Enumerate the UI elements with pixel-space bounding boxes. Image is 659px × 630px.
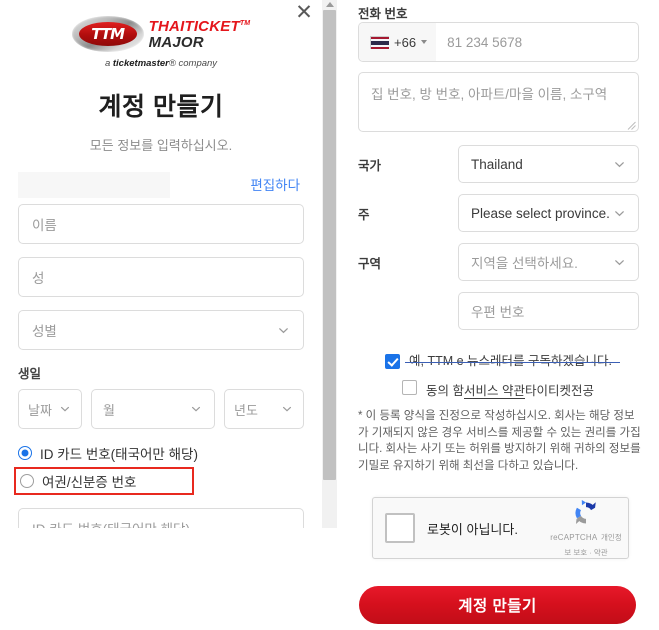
terms-checkbox[interactable]: [402, 380, 417, 395]
phone-label: 전화 번호: [358, 7, 408, 21]
chevron-down-icon: [613, 158, 626, 171]
chevron-down-icon: [613, 207, 626, 220]
birthday-month-select[interactable]: 월: [91, 389, 215, 429]
terms-label-pre: 동의 함: [426, 384, 464, 398]
birthday-day-placeholder: 날짜: [28, 402, 52, 418]
logo-tagline: a ticketmaster® company: [104, 58, 218, 69]
postal-code-input[interactable]: 우편 번호: [458, 292, 639, 330]
postal-row: 우편 번호: [358, 292, 639, 330]
passport-option-highlight: 여권/신분증 번호: [14, 467, 194, 495]
account-identifier-row: 편집하다: [0, 170, 322, 204]
logo-lockup: TTM THAITICKETTM MAJOR: [71, 16, 251, 52]
postal-code-placeholder: 우편 번호: [471, 305, 525, 320]
gender-placeholder: 성별: [32, 324, 57, 339]
birthday-day-select[interactable]: 날짜: [18, 389, 82, 429]
radio-passport[interactable]: 여권/신분증 번호: [20, 470, 188, 491]
create-account-dialog: ✕ TTM THAITICKETTM MAJOR a ticketmaster®…: [0, 0, 337, 528]
recaptcha-label: 로봇이 아닙니다.: [427, 521, 518, 537]
first-name-input[interactable]: 이름: [18, 204, 304, 244]
gender-select[interactable]: 성별: [18, 310, 304, 350]
district-select[interactable]: 지역을 선택하세요.: [458, 243, 639, 281]
ttm-monogram: TTM: [91, 24, 125, 43]
radio-id-card[interactable]: ID 카드 번호(태국어만 해당): [18, 441, 304, 465]
province-row: 주 Please select province.: [358, 194, 639, 232]
country-select[interactable]: Thailand: [458, 145, 639, 183]
country-code-value: +66: [394, 34, 417, 50]
scrollbar-thumb[interactable]: [323, 10, 336, 480]
birthday-year-select[interactable]: 년도: [224, 389, 304, 429]
newsletter-label: 예, TTM e 뉴스레터를 구독하겠습니다.: [405, 354, 620, 368]
logo-tm-mark: TM: [239, 19, 251, 27]
create-account-button[interactable]: 계정 만들기: [359, 586, 636, 624]
birthday-row: 날짜 월 년도: [18, 389, 304, 429]
edit-link[interactable]: 편집하다: [250, 174, 300, 194]
resize-handle-icon[interactable]: [627, 121, 636, 130]
phone-number-field[interactable]: +66 81 234 5678: [358, 22, 639, 62]
dialog-content: TTM THAITICKETTM MAJOR a ticketmaster® c…: [0, 0, 322, 528]
recaptcha-brand: reCAPTCHA 개인정보 보호 · 약관: [550, 498, 628, 558]
birthday-year-placeholder: 년도: [234, 402, 258, 418]
terms-label-post: 타이티켓전공: [524, 384, 594, 398]
birthday-month-placeholder: 월: [103, 402, 115, 418]
radio-id-card-input[interactable]: [18, 446, 32, 460]
logo-line-2: MAJOR: [148, 33, 204, 51]
province-value: Please select province.: [471, 205, 610, 221]
birthday-label: 생일: [18, 367, 42, 381]
chevron-down-icon: [190, 403, 203, 416]
dialog-scrollbar[interactable]: [322, 0, 337, 528]
page-title: 계정 만들기: [98, 93, 224, 121]
country-label: 국가: [358, 158, 382, 173]
address-placeholder: 집 번호, 방 번호, 아파트/마을 이름, 소구역: [371, 87, 608, 102]
scroll-up-arrow-icon[interactable]: [322, 0, 337, 9]
radio-passport-label: 여권/신분증 번호: [42, 474, 137, 490]
ttm-oval-icon: TTM: [71, 16, 144, 52]
recaptcha-brand-name: reCAPTCHA: [550, 533, 598, 542]
chevron-down-icon: [277, 324, 290, 337]
chevron-down-icon: [281, 403, 294, 416]
brand-logo: TTM THAITICKETTM MAJOR a ticketmaster® c…: [0, 0, 322, 69]
last-name-input[interactable]: 성: [18, 257, 304, 297]
district-label: 구역: [358, 256, 382, 271]
terms-label: 동의 함서비스 약관타이티켓전공: [426, 380, 594, 399]
thailand-flag-icon: [370, 35, 389, 49]
province-label: 주: [358, 207, 370, 222]
logo-wordmark: THAITICKETTM MAJOR: [149, 19, 251, 50]
radio-id-card-label: ID 카드 번호(태국어만 해당): [40, 447, 198, 462]
district-row: 구역 지역을 선택하세요.: [358, 243, 639, 281]
id-number-input[interactable]: ID 카드 번호(태국어만 해당): [18, 508, 304, 528]
last-name-placeholder: 성: [32, 271, 45, 286]
newsletter-checkbox[interactable]: [385, 354, 400, 369]
recaptcha-widget[interactable]: 로봇이 아닙니다. reCAPTCHA 개인정보 보호 · 약관: [372, 497, 629, 559]
page-subtitle: 모든 정보를 입력하십시오.: [89, 138, 233, 153]
id-number-placeholder: ID 카드 번호(태국어만 해당): [32, 518, 190, 528]
terms-of-service-link[interactable]: 서비스 약관: [463, 384, 525, 399]
close-icon[interactable]: ✕: [294, 2, 314, 23]
chevron-down-icon: [59, 403, 72, 416]
country-row: 국가 Thailand: [358, 145, 639, 183]
recaptcha-logo-icon: [575, 499, 596, 524]
country-code-select[interactable]: +66: [359, 23, 437, 61]
radio-passport-input[interactable]: [20, 473, 34, 488]
province-select[interactable]: Please select province.: [458, 194, 639, 232]
disclaimer-text: * 이 등록 양식을 진정으로 작성하십시오. 회사는 해당 정보가 기재되지 …: [358, 410, 641, 472]
first-name-placeholder: 이름: [32, 218, 57, 233]
chevron-down-icon: [613, 256, 626, 269]
phone-number-placeholder: 81 234 5678: [447, 34, 523, 50]
terms-checkbox-row[interactable]: 동의 함서비스 약관타이티켓전공: [402, 380, 594, 399]
country-value: Thailand: [471, 156, 523, 172]
logo-line-1: THAITICKETTM: [148, 17, 251, 35]
district-value: 지역을 선택하세요.: [471, 256, 578, 271]
newsletter-checkbox-row[interactable]: 예, TTM e 뉴스레터를 구독하겠습니다.: [385, 354, 620, 369]
masked-email-value: [18, 172, 170, 198]
address-textarea[interactable]: 집 번호, 방 번호, 아파트/마을 이름, 소구역: [358, 72, 639, 132]
caret-down-icon: [421, 40, 428, 44]
recaptcha-checkbox[interactable]: [385, 513, 415, 543]
ttm-oval-inner: TTM: [78, 22, 137, 46]
